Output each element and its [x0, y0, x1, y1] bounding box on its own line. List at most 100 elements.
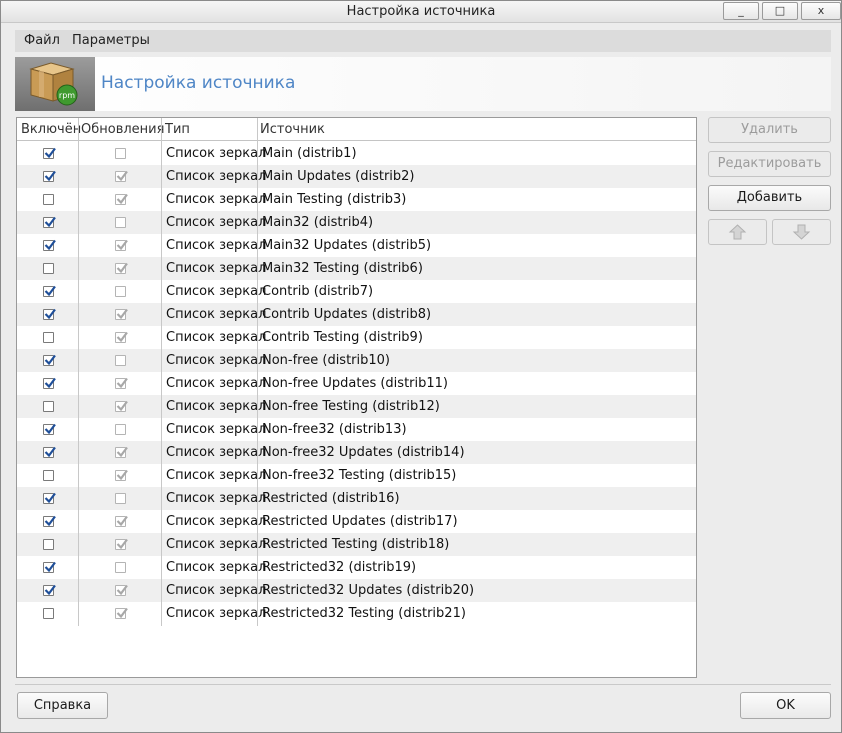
updates-checkbox	[115, 400, 128, 412]
enabled-checkbox[interactable]	[43, 470, 54, 481]
table-row[interactable]: Список зеркал Main Testing (distrib3)	[17, 188, 696, 211]
header-updates[interactable]: Обновления	[81, 122, 164, 137]
move-down-button[interactable]	[772, 219, 831, 245]
type-cell: Список зеркал	[166, 261, 267, 276]
header-source[interactable]: Источник	[260, 122, 325, 137]
title-bar[interactable]: Настройка источника _ □ x	[1, 1, 841, 23]
type-cell: Список зеркал	[166, 606, 267, 621]
source-cell: Contrib (distrib7)	[262, 284, 374, 299]
enabled-checkbox[interactable]	[43, 216, 56, 228]
enabled-checkbox[interactable]	[43, 561, 56, 573]
table-row[interactable]: Список зеркал Restricted Testing (distrib…	[17, 533, 696, 556]
updates-checkbox	[115, 584, 128, 596]
rpm-package-icon: rpm	[29, 62, 78, 106]
enabled-checkbox[interactable]	[43, 194, 54, 205]
updates-checkbox	[115, 286, 126, 297]
table-row[interactable]: Список зеркал Restricted Updates (distrib…	[17, 510, 696, 533]
table-row[interactable]: Список зеркал Main32 Testing (distrib6)	[17, 257, 696, 280]
enabled-checkbox[interactable]	[43, 423, 56, 435]
enabled-checkbox[interactable]	[43, 584, 56, 596]
table-row[interactable]: Список зеркал Contrib Updates (distrib8)	[17, 303, 696, 326]
type-cell: Список зеркал	[166, 445, 267, 460]
source-cell: Non-free Testing (distrib12)	[262, 399, 440, 414]
enabled-checkbox[interactable]	[43, 401, 54, 412]
remove-button[interactable]: Удалить	[708, 117, 831, 143]
close-button[interactable]: x	[801, 2, 841, 20]
table-row[interactable]: Список зеркал Main (distrib1)	[17, 142, 696, 165]
updates-checkbox	[115, 355, 126, 366]
enabled-checkbox[interactable]	[43, 608, 54, 619]
enabled-checkbox[interactable]	[43, 492, 56, 504]
enabled-checkbox[interactable]	[43, 170, 56, 182]
type-cell: Список зеркал	[166, 422, 267, 437]
header-enabled[interactable]: Включён	[21, 122, 81, 137]
menu-settings[interactable]: Параметры	[72, 33, 150, 48]
enabled-checkbox[interactable]	[43, 147, 56, 159]
type-cell: Список зеркал	[166, 307, 267, 322]
window-title: Настройка источника	[346, 4, 496, 19]
enabled-checkbox[interactable]	[43, 332, 54, 343]
maximize-button[interactable]: □	[762, 2, 798, 20]
checkmark-icon	[44, 423, 56, 435]
table-row[interactable]: Список зеркал Non-free Updates (distrib11…	[17, 372, 696, 395]
table-row[interactable]: Список зеркал Restricted (distrib16)	[17, 487, 696, 510]
table-row[interactable]: Список зеркал Main Updates (distrib2)	[17, 165, 696, 188]
add-button[interactable]: Добавить	[708, 185, 831, 211]
table-row[interactable]: Список зеркал Main32 Updates (distrib5)	[17, 234, 696, 257]
table-row[interactable]: Список зеркал Non-free Testing (distrib12…	[17, 395, 696, 418]
table-row[interactable]: Список зеркал Non-free32 Testing (distrib…	[17, 464, 696, 487]
table-row[interactable]: Список зеркал Non-free (distrib10)	[17, 349, 696, 372]
edit-button[interactable]: Редактировать	[708, 151, 831, 177]
checkmark-icon	[116, 170, 128, 182]
table-row[interactable]: Список зеркал Restricted32 Updates (distr…	[17, 579, 696, 602]
table-row[interactable]: Список зеркал Main32 (distrib4)	[17, 211, 696, 234]
source-cell: Non-free32 Testing (distrib15)	[262, 468, 457, 483]
source-cell: Main32 (distrib4)	[262, 215, 374, 230]
source-cell: Non-free Updates (distrib11)	[262, 376, 448, 391]
enabled-checkbox[interactable]	[43, 446, 56, 458]
updates-checkbox	[115, 148, 126, 159]
enabled-checkbox[interactable]	[43, 308, 56, 320]
table-row[interactable]: Список зеркал Contrib Testing (distrib9)	[17, 326, 696, 349]
table-row[interactable]: Список зеркал Restricted32 Testing (distr…	[17, 602, 696, 625]
enabled-checkbox[interactable]	[43, 377, 56, 389]
checkmark-icon	[116, 538, 128, 550]
table-row[interactable]: Список зеркал Contrib (distrib7)	[17, 280, 696, 303]
ok-button[interactable]: OK	[740, 692, 831, 719]
checkmark-icon	[116, 193, 128, 205]
checkmark-icon	[44, 170, 56, 182]
checkmark-icon	[44, 377, 56, 389]
checkmark-icon	[44, 561, 56, 573]
help-button[interactable]: Справка	[17, 692, 108, 719]
enabled-checkbox[interactable]	[43, 263, 54, 274]
header-type[interactable]: Тип	[165, 122, 190, 137]
column-divider	[161, 118, 162, 626]
table-row[interactable]: Список зеркал Non-free32 (distrib13)	[17, 418, 696, 441]
menu-file[interactable]: Файл	[24, 33, 60, 48]
source-cell: Non-free (distrib10)	[262, 353, 391, 368]
updates-checkbox	[115, 424, 126, 435]
source-cell: Main Updates (distrib2)	[262, 169, 415, 184]
updates-checkbox	[115, 217, 126, 228]
table-row[interactable]: Список зеркал Non-free32 Updates (distrib…	[17, 441, 696, 464]
checkmark-icon	[44, 285, 56, 297]
enabled-checkbox[interactable]	[43, 239, 56, 251]
enabled-checkbox[interactable]	[43, 354, 56, 366]
checkmark-icon	[44, 147, 56, 159]
type-cell: Список зеркал	[166, 468, 267, 483]
updates-checkbox	[115, 515, 128, 527]
table-row[interactable]: Список зеркал Restricted32 (distrib19)	[17, 556, 696, 579]
updates-checkbox	[115, 239, 128, 251]
checkmark-icon	[116, 446, 128, 458]
type-cell: Список зеркал	[166, 376, 267, 391]
updates-checkbox	[115, 308, 128, 320]
move-up-button[interactable]	[708, 219, 767, 245]
enabled-checkbox[interactable]	[43, 515, 56, 527]
close-icon: x	[817, 4, 825, 17]
updates-checkbox	[115, 446, 128, 458]
minimize-button[interactable]: _	[723, 2, 759, 20]
checkmark-icon	[44, 515, 56, 527]
enabled-checkbox[interactable]	[43, 539, 54, 550]
enabled-checkbox[interactable]	[43, 285, 56, 297]
source-cell: Main32 Updates (distrib5)	[262, 238, 432, 253]
